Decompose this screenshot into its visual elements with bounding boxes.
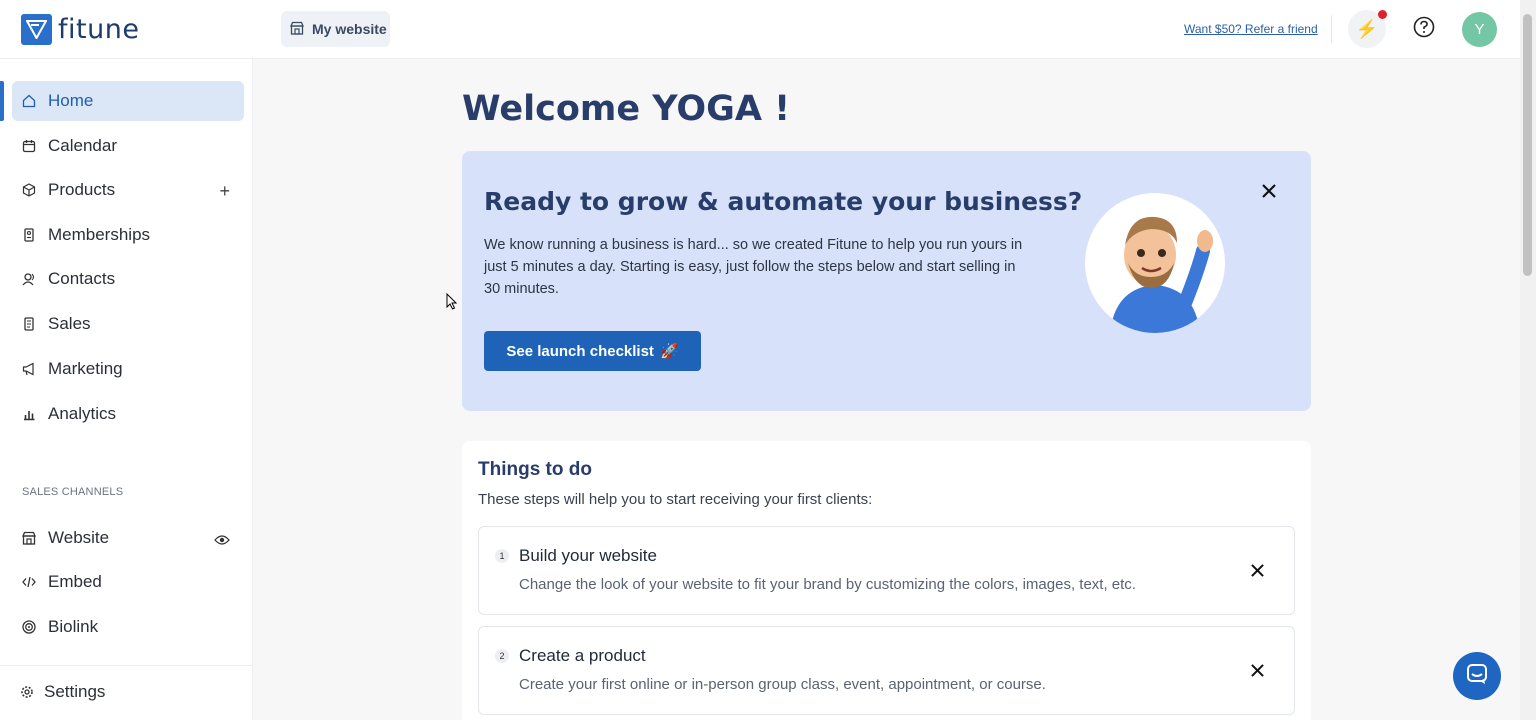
topbar-divider — [1331, 15, 1332, 43]
gear-icon — [20, 685, 34, 699]
dismiss-step-button[interactable] — [1246, 659, 1268, 681]
sidebar-item-marketing[interactable]: Marketing — [12, 349, 244, 389]
help-button[interactable] — [1405, 10, 1443, 48]
step-description: Create your first online or in-person gr… — [519, 676, 1046, 693]
refer-friend-link[interactable]: Want $50? Refer a friend — [1184, 22, 1318, 36]
sidebar-item-website[interactable]: Website — [12, 518, 244, 558]
dismiss-step-button[interactable] — [1246, 559, 1268, 581]
top-bar: fitune My website Want $50? Refer a frie… — [0, 0, 1520, 59]
hero-title: Ready to grow & automate your business? — [484, 187, 1083, 216]
fitune-logo[interactable]: fitune — [21, 14, 139, 45]
code-icon — [22, 575, 36, 589]
todo-step[interactable]: 2 Create a product Create your first onl… — [478, 626, 1295, 715]
sidebar-item-memberships[interactable]: Memberships — [12, 215, 244, 255]
step-description: Change the look of your website to fit y… — [519, 576, 1136, 593]
box-icon — [22, 183, 36, 197]
sidebar-item-products[interactable]: Products + — [12, 170, 244, 210]
step-number: 2 — [495, 649, 509, 663]
sidebar-item-label: Memberships — [48, 225, 151, 244]
sidebar-item-label: Home — [48, 91, 94, 110]
sidebar-item-label: Biolink — [48, 617, 99, 636]
logo-text: fitune — [58, 14, 140, 45]
sidebar-item-calendar[interactable]: Calendar — [12, 126, 244, 166]
waving-avatar-illustration — [1085, 193, 1225, 333]
logo-mark-icon — [21, 14, 52, 45]
sidebar-item-label: Products — [48, 180, 116, 199]
my-website-button[interactable]: My website — [281, 11, 390, 47]
bar-chart-icon — [22, 407, 36, 421]
lightning-icon: ⚡ — [1355, 18, 1379, 39]
todo-title: Things to do — [478, 459, 592, 480]
sidebar-item-sales[interactable]: Sales — [12, 304, 244, 344]
home-icon — [22, 94, 36, 108]
hero-text: We know running a business is hard... so… — [484, 237, 1023, 297]
question-circle-icon — [1413, 16, 1435, 43]
step-number: 1 — [495, 549, 509, 563]
sidebar-item-label: Sales — [48, 314, 91, 333]
todo-step[interactable]: 1 Build your website Change the look of … — [478, 526, 1295, 615]
active-indicator — [0, 81, 4, 121]
sidebar-item-label: Website — [48, 528, 110, 547]
sidebar-item-label: Settings — [44, 682, 106, 701]
hero-banner: Ready to grow & automate your business? … — [462, 151, 1311, 411]
todo-subtitle: These steps will help you to start recei… — [478, 491, 873, 508]
sidebar-item-label: Calendar — [48, 136, 117, 155]
sidebar-item-embed[interactable]: Embed — [12, 562, 244, 602]
mouse-cursor-icon — [446, 292, 458, 315]
sidebar-item-home[interactable]: Home — [12, 81, 244, 121]
scrollbar-thumb[interactable] — [1523, 14, 1532, 276]
step-title: Build your website — [519, 546, 657, 565]
eye-icon[interactable] — [214, 530, 230, 551]
sales-channels-heading: SALES CHANNELS — [22, 486, 124, 498]
things-to-do-card: Things to do These steps will help you t… — [462, 441, 1311, 720]
store-icon — [290, 21, 304, 38]
page-title: Welcome YOGA ! — [462, 89, 791, 129]
rocket-icon: 🚀 — [659, 343, 679, 360]
close-icon — [1262, 183, 1276, 203]
sidebar-divider — [0, 665, 253, 666]
add-product-button[interactable]: + — [219, 181, 230, 202]
sidebar-item-label: Embed — [48, 572, 102, 591]
sidebar-item-label: Analytics — [48, 404, 117, 423]
calendar-icon — [22, 139, 36, 153]
sidebar-item-analytics[interactable]: Analytics — [12, 394, 244, 434]
receipt-icon — [22, 317, 36, 331]
sidebar-item-label: Contacts — [48, 269, 116, 288]
store-icon — [22, 531, 36, 545]
sidebar-item-label: Marketing — [48, 359, 123, 378]
chat-icon — [1466, 663, 1488, 690]
hero-close-button[interactable] — [1257, 181, 1281, 205]
contacts-icon — [22, 272, 36, 286]
membership-card-icon — [22, 228, 36, 242]
megaphone-icon — [22, 362, 36, 376]
sidebar-item-settings[interactable]: Settings — [12, 672, 244, 712]
support-chat-button[interactable] — [1453, 652, 1501, 700]
sidebar: Home Calendar Products + Memberships Con… — [0, 59, 253, 720]
sidebar-item-contacts[interactable]: Contacts — [12, 259, 244, 299]
user-avatar[interactable]: Y — [1462, 12, 1497, 47]
launch-checklist-label: See launch checklist — [506, 342, 654, 360]
my-website-label: My website — [312, 21, 387, 37]
launch-checklist-button[interactable]: See launch checklist 🚀 — [484, 331, 701, 371]
sidebar-item-biolink[interactable]: Biolink — [12, 607, 244, 647]
step-title: Create a product — [519, 646, 646, 665]
target-icon — [22, 620, 36, 634]
notification-dot — [1378, 10, 1387, 19]
